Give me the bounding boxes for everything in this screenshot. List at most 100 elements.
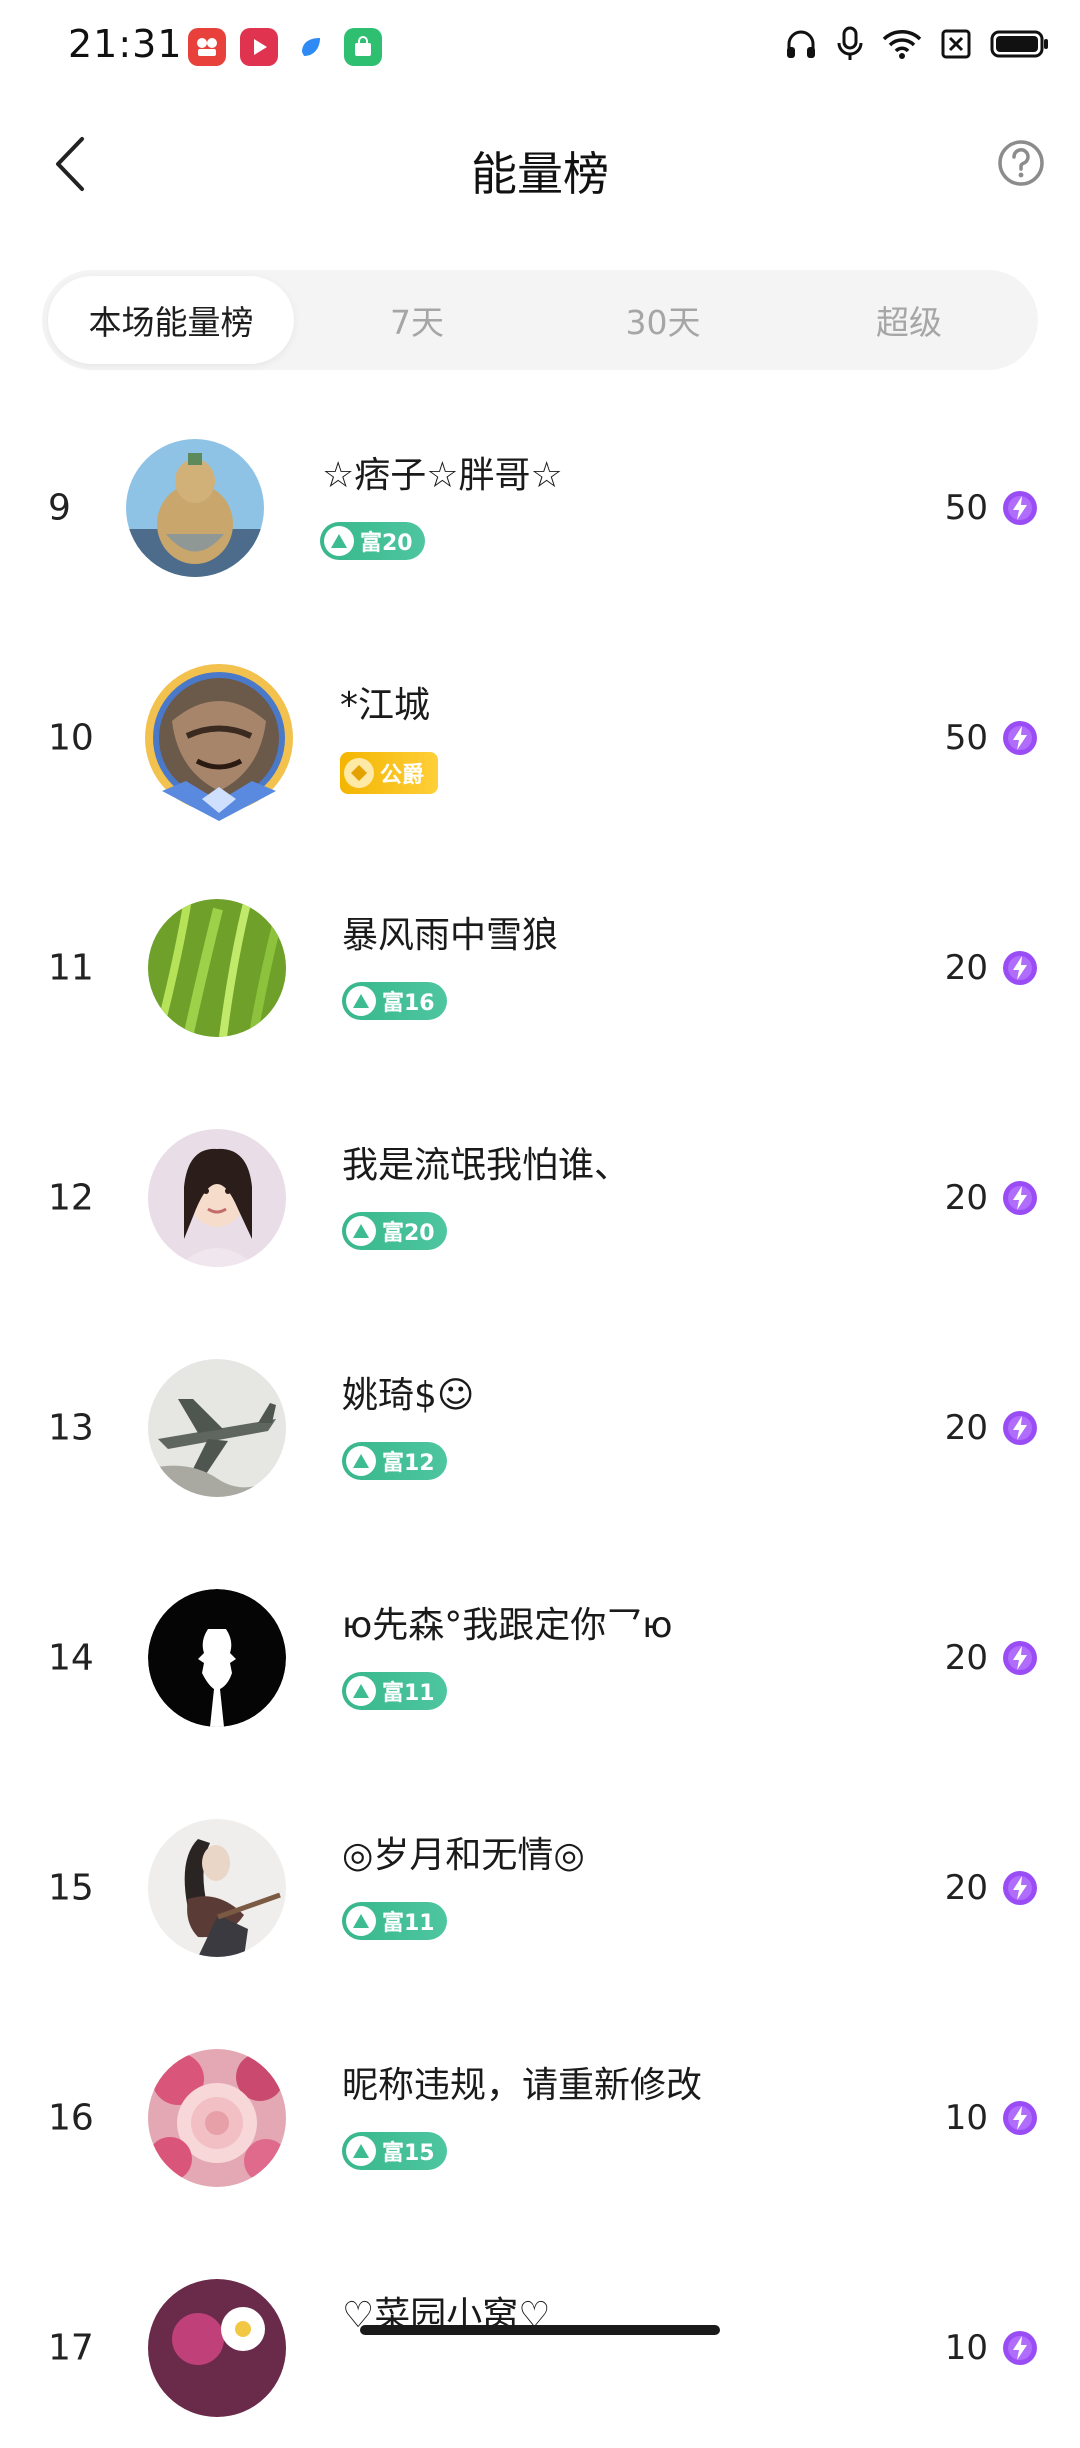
wealth-level-badge: 富11 <box>342 1902 447 1940</box>
period-tabs: 本场能量榜 7天 30天 超级 <box>42 270 1038 370</box>
badge-label: 富12 <box>382 1451 435 1476</box>
triangle-level-icon <box>346 1216 376 1246</box>
rank-number: 15 <box>48 1867 94 1909</box>
triangle-level-icon <box>346 1676 376 1706</box>
question-circle-icon <box>998 140 1044 186</box>
avatar[interactable] <box>148 2279 286 2417</box>
list-item[interactable]: 15 ◎岁月和无情◎ 富11 20 <box>0 1788 1080 1988</box>
lightning-energy-icon <box>1003 1411 1037 1445</box>
avatar[interactable] <box>148 1819 286 1957</box>
wealth-level-badge: 富15 <box>342 2132 447 2170</box>
video-app-icon <box>188 28 226 66</box>
wealth-level-badge: 富11 <box>342 1672 447 1710</box>
energy-score: 10 <box>944 2328 988 2368</box>
status-bar: 21:31 <box>0 0 1080 100</box>
user-name: 姚琦$☺ <box>342 1375 475 1416</box>
blue-app-icon <box>292 28 330 66</box>
lightning-energy-icon <box>1003 1641 1037 1675</box>
avatar[interactable] <box>126 439 264 577</box>
energy-score: 50 <box>944 718 988 758</box>
energy-score: 20 <box>944 1868 988 1908</box>
lightning-energy-icon <box>1003 951 1037 985</box>
notification-app-icons <box>188 28 382 66</box>
status-time: 21:31 <box>68 22 183 66</box>
tab-7-days[interactable]: 7天 <box>294 276 540 364</box>
sim-off-icon <box>941 29 971 59</box>
wealth-level-badge: 富16 <box>342 982 447 1020</box>
list-item[interactable]: 9 ☆痞子☆胖哥☆ 富20 50 <box>0 408 1080 608</box>
user-name: 昵称违规，请重新修改 <box>342 2065 703 2106</box>
tab-current-session[interactable]: 本场能量榜 <box>48 276 294 364</box>
avatar[interactable] <box>148 1589 286 1727</box>
diamond-rank-icon <box>344 758 374 788</box>
energy-score: 20 <box>944 948 988 988</box>
triangle-level-icon <box>346 1906 376 1936</box>
wealth-level-badge: 富12 <box>342 1442 447 1480</box>
list-item[interactable]: 17 ♡菜园小窝♡ 10 <box>0 2248 1080 2448</box>
list-item[interactable]: 12 我是流氓我怕谁、 富20 20 <box>0 1098 1080 1298</box>
home-indicator[interactable] <box>360 2325 720 2335</box>
triangle-level-icon <box>324 526 354 556</box>
help-button[interactable] <box>996 138 1046 188</box>
user-name: *江城 <box>340 685 431 726</box>
badge-label: 富15 <box>382 2141 435 2166</box>
lightning-energy-icon <box>1003 721 1037 755</box>
list-item[interactable]: 16 昵称违规，请重新修改 富15 10 <box>0 2018 1080 2218</box>
rank-number: 13 <box>48 1407 94 1449</box>
user-name: ◎岁月和无情◎ <box>342 1835 585 1876</box>
energy-score: 10 <box>944 2098 988 2138</box>
noble-rank-badge: 公爵 <box>340 752 439 794</box>
list-item[interactable]: 14 ю先森°我跟定你乛ю 富11 20 <box>0 1558 1080 1758</box>
avatar[interactable] <box>148 1359 286 1497</box>
badge-label: 富11 <box>382 1681 435 1706</box>
page-title: 能量榜 <box>471 147 609 201</box>
battery-icon <box>990 30 1048 58</box>
user-name: 暴风雨中雪狼 <box>342 915 559 956</box>
user-name: ☆痞子☆胖哥☆ <box>322 455 563 496</box>
user-name: ю先森°我跟定你乛ю <box>342 1605 673 1646</box>
headphones-icon <box>787 30 815 58</box>
header: 能量榜 <box>0 100 1080 230</box>
rank-number: 14 <box>48 1637 94 1679</box>
wealth-level-badge: 富20 <box>342 1212 447 1250</box>
lightning-energy-icon <box>1003 2331 1037 2365</box>
wifi-icon <box>882 30 922 59</box>
play-app-icon <box>240 28 278 66</box>
rank-number: 16 <box>48 2097 94 2139</box>
lightning-energy-icon <box>1003 1181 1037 1215</box>
energy-score: 20 <box>944 1178 988 1218</box>
rank-number: 12 <box>48 1177 94 1219</box>
rank-number: 11 <box>48 947 94 989</box>
lightning-energy-icon <box>1003 2101 1037 2135</box>
triangle-level-icon <box>346 2136 376 2166</box>
lightning-energy-icon <box>1003 1871 1037 1905</box>
avatar[interactable] <box>142 661 296 821</box>
triangle-level-icon <box>346 986 376 1016</box>
tab-30-days[interactable]: 30天 <box>540 276 786 364</box>
energy-score: 20 <box>944 1638 988 1678</box>
status-indicators <box>784 26 1050 62</box>
rank-number: 9 <box>48 487 71 529</box>
triangle-level-icon <box>346 1446 376 1476</box>
energy-score: 20 <box>944 1408 988 1448</box>
rank-number: 17 <box>48 2327 94 2369</box>
badge-label: 公爵 <box>380 763 425 788</box>
avatar[interactable] <box>148 2049 286 2187</box>
energy-score: 50 <box>944 488 988 528</box>
list-item[interactable]: 11 暴风雨中雪狼 富16 20 <box>0 868 1080 1068</box>
store-app-icon <box>344 28 382 66</box>
badge-label: 富20 <box>360 531 413 556</box>
badge-label: 富20 <box>382 1221 435 1246</box>
rank-number: 10 <box>48 717 94 759</box>
avatar[interactable] <box>148 1129 286 1267</box>
user-name: 我是流氓我怕谁、 <box>342 1145 631 1186</box>
list-item[interactable]: 13 姚琦$☺ 富12 20 <box>0 1328 1080 1528</box>
lightning-energy-icon <box>1003 491 1037 525</box>
list-item[interactable]: 10 *江城 公爵 50 <box>0 638 1080 838</box>
badge-label: 富11 <box>382 1911 435 1936</box>
avatar[interactable] <box>148 899 286 1037</box>
wealth-level-badge: 富20 <box>320 522 425 560</box>
badge-label: 富16 <box>382 991 435 1016</box>
microphone-icon <box>837 26 863 60</box>
tab-super[interactable]: 超级 <box>786 276 1032 364</box>
